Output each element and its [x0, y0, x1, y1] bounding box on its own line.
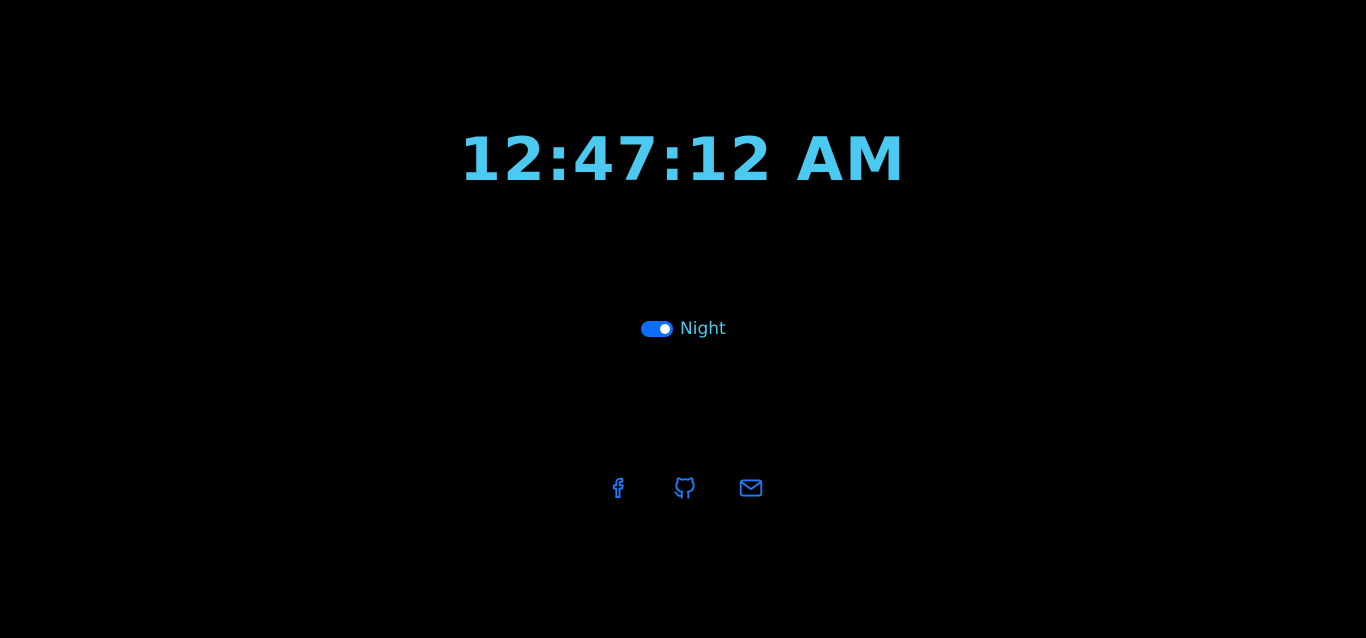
mail-link[interactable]: [738, 475, 764, 501]
theme-label[interactable]: Night: [680, 319, 726, 339]
facebook-icon: [612, 477, 624, 499]
facebook-link[interactable]: [606, 475, 632, 501]
clock-page: 12:47:12 AM Night: [0, 0, 1366, 638]
mail-icon: [739, 479, 763, 497]
time-display: 12:47:12 AM: [459, 125, 907, 195]
github-icon: [674, 477, 695, 499]
night-mode-toggle[interactable]: [641, 321, 673, 337]
github-link[interactable]: [672, 475, 698, 501]
social-links: [606, 475, 764, 501]
theme-switch-row: Night: [641, 318, 726, 340]
toggle-knob: [660, 324, 670, 334]
